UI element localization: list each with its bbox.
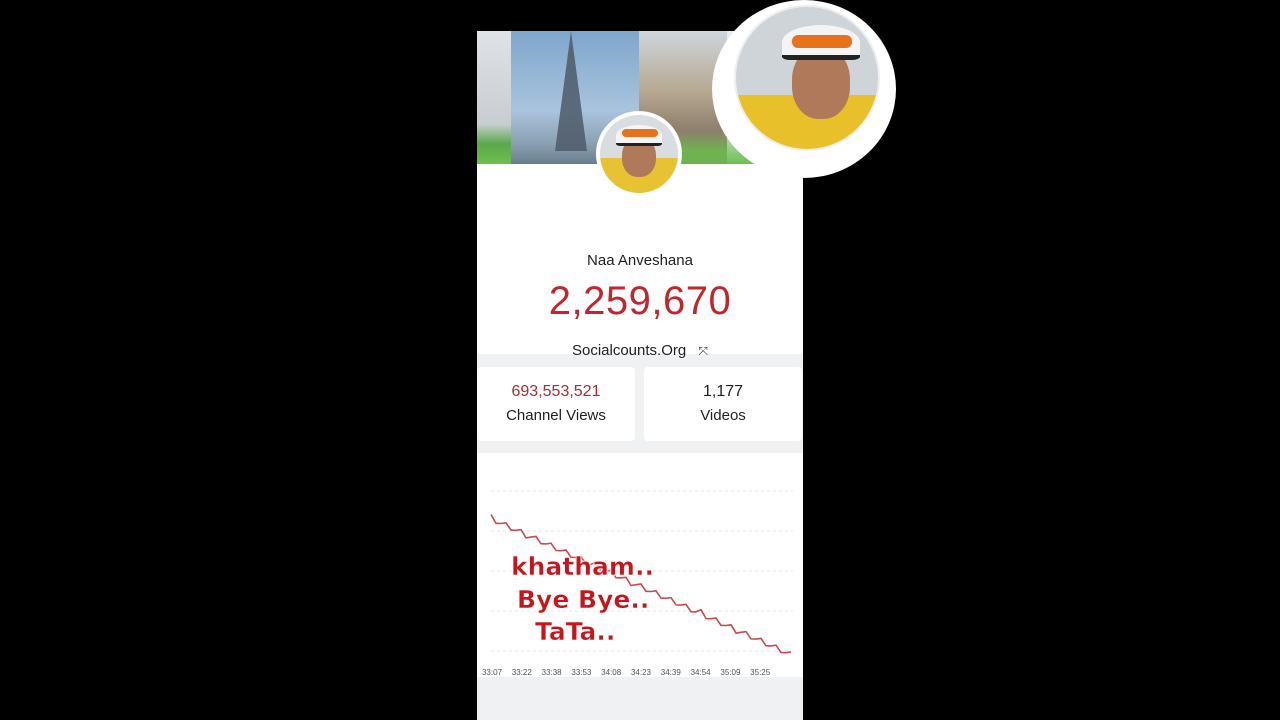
x-tick-label: 33:38: [542, 668, 563, 677]
x-tick-label: 35:09: [720, 668, 741, 677]
expand-icon[interactable]: ⤧: [698, 344, 708, 359]
x-tick-label: 34:39: [661, 668, 682, 677]
site-label[interactable]: Socialcounts.Org: [572, 342, 686, 359]
eiffel-tower-image: [555, 31, 587, 151]
avatar: [596, 111, 682, 197]
overlay-text-3: TaTa..: [535, 617, 616, 646]
videos-label: Videos: [700, 407, 746, 424]
channel-views-value: 693,553,521: [511, 383, 601, 400]
videos-value: 1,177: [702, 383, 744, 400]
x-tick-label: 33:22: [512, 668, 533, 677]
site-link[interactable]: Socialcounts.Org ⤧: [477, 342, 803, 359]
x-tick-label: 33:07: [482, 668, 503, 677]
x-tick-label: 34:23: [631, 668, 652, 677]
x-tick-label: 34:08: [601, 668, 622, 677]
x-tick-label: 35:25: [750, 668, 771, 677]
overlay-text-1: khatham..: [511, 552, 654, 581]
x-tick-label: 33:53: [571, 668, 592, 677]
channel-views-label: Channel Views: [506, 407, 606, 424]
avatar-zoom: [712, 0, 896, 178]
overlay-text-2: Bye Bye..: [517, 585, 650, 614]
subscriber-count: 2,259,670: [548, 279, 732, 323]
videos-card: 1,177 Videos: [644, 367, 802, 441]
live-chart-card: 33:07 33:22 33:38 33:53 34:08 34:23 34:39 34:54…: [477, 453, 803, 677]
channel-name: Naa Anveshana: [587, 252, 693, 269]
x-tick-label: 34:54: [691, 668, 712, 677]
channel-views-card: 693,553,521 Channel Views: [477, 367, 635, 441]
